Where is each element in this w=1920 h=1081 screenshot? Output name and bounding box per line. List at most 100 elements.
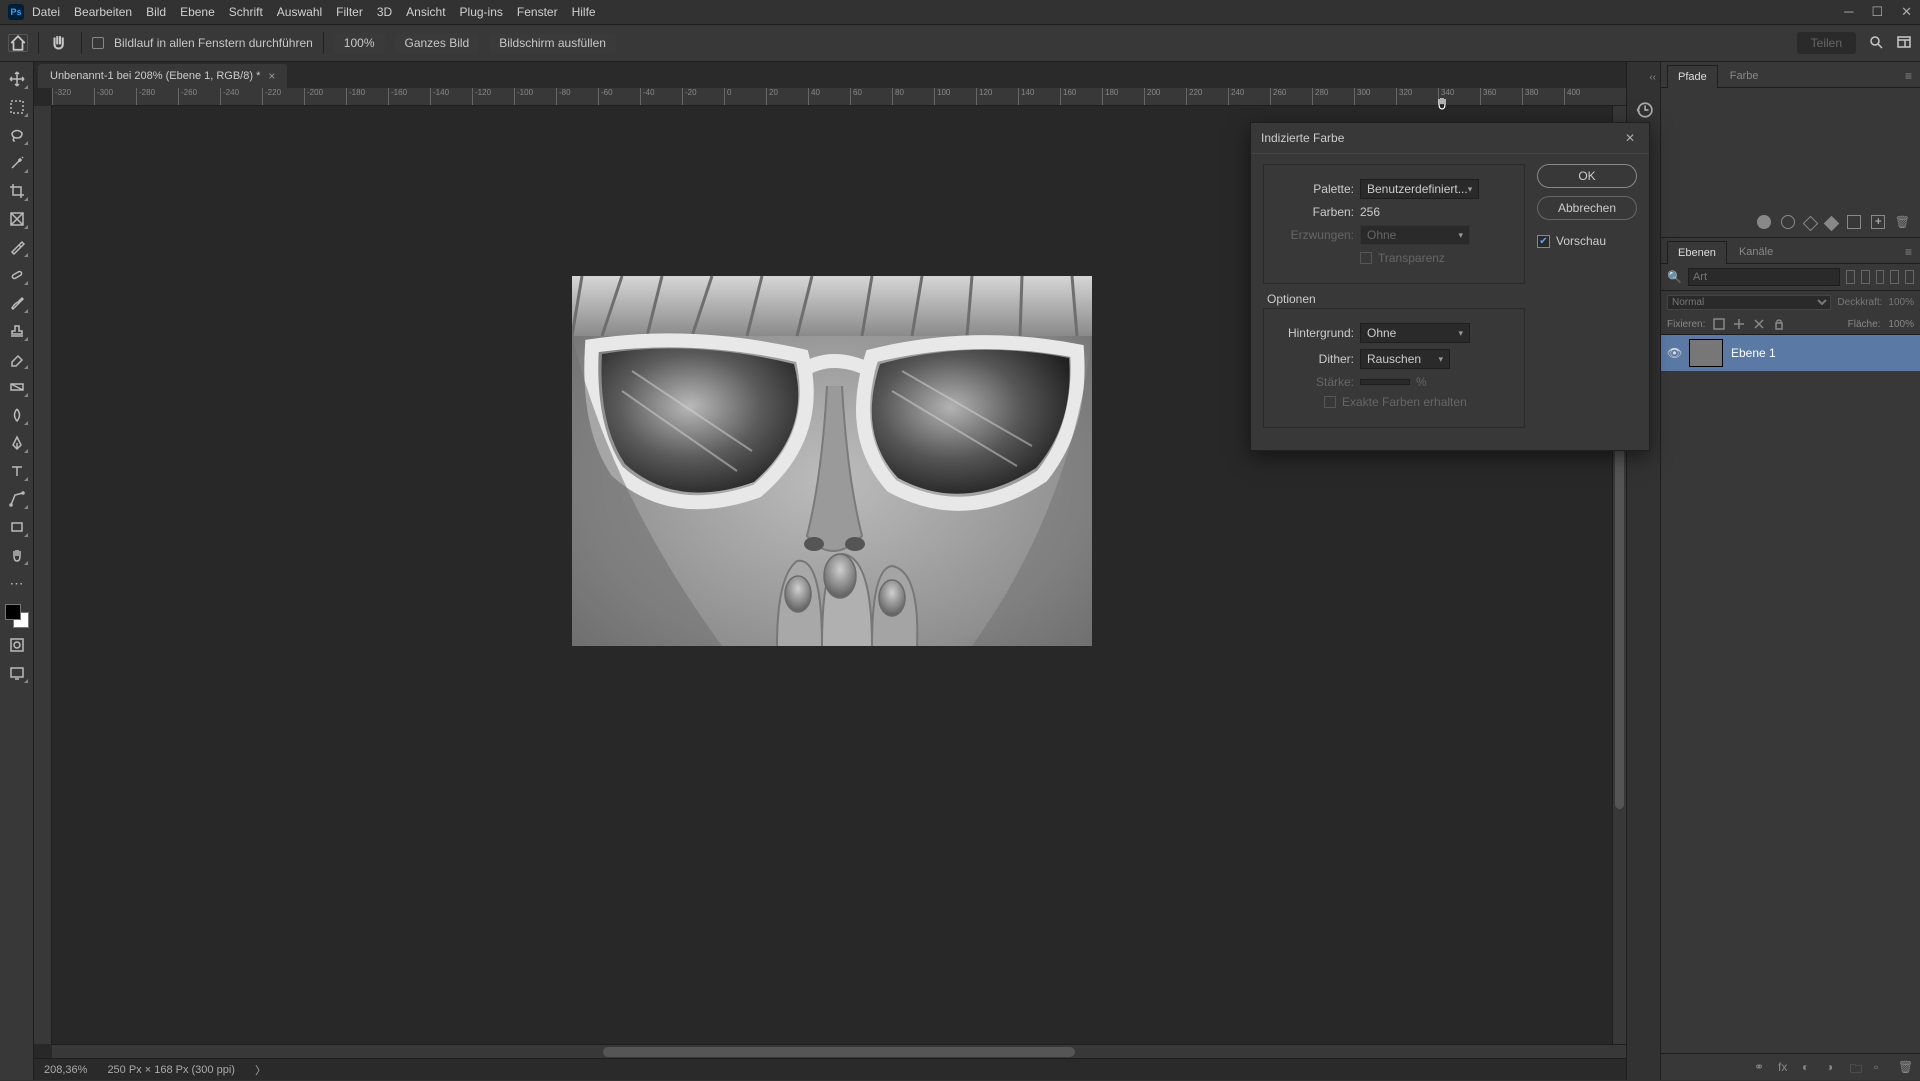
menu-auswahl[interactable]: Auswahl bbox=[277, 5, 322, 19]
lock-all-icon[interactable] bbox=[1773, 318, 1785, 330]
path-diamond-icon[interactable] bbox=[1802, 216, 1818, 232]
tab-farbe[interactable]: Farbe bbox=[1720, 65, 1769, 87]
preview-checkbox[interactable]: ✔ bbox=[1537, 235, 1550, 248]
dialog-close-icon[interactable]: ✕ bbox=[1621, 129, 1639, 147]
status-zoom[interactable]: 208,36% bbox=[44, 1064, 87, 1076]
menu-filter[interactable]: Filter bbox=[336, 5, 363, 19]
more-tools[interactable]: ⋯ bbox=[5, 572, 29, 594]
opacity-value[interactable]: 100% bbox=[1888, 297, 1914, 308]
menu-fenster[interactable]: Fenster bbox=[517, 5, 558, 19]
eraser-tool[interactable] bbox=[5, 348, 29, 370]
filter-image-icon[interactable] bbox=[1846, 270, 1855, 284]
expand-dock-icon[interactable]: ‹‹ bbox=[1649, 72, 1660, 83]
panel-menu-icon[interactable]: ≡ bbox=[1897, 65, 1920, 87]
minimize-icon[interactable]: ─ bbox=[1844, 4, 1853, 20]
frame-tool[interactable] bbox=[5, 208, 29, 230]
dither-select[interactable]: Rauschen▾ bbox=[1360, 349, 1450, 369]
scroll-all-checkbox[interactable] bbox=[92, 37, 104, 49]
gradient-tool[interactable] bbox=[5, 376, 29, 398]
layer-thumbnail[interactable] bbox=[1689, 339, 1723, 367]
hand-tool-icon[interactable] bbox=[49, 32, 71, 54]
menu-datei[interactable]: Datei bbox=[32, 5, 60, 19]
move-tool[interactable] bbox=[5, 68, 29, 90]
mask-icon[interactable]: ◐ bbox=[1802, 1060, 1816, 1074]
layers-menu-icon[interactable]: ≡ bbox=[1897, 241, 1920, 263]
shape-tool[interactable] bbox=[5, 516, 29, 538]
lock-position-icon[interactable] bbox=[1733, 318, 1745, 330]
palette-select[interactable]: Benutzerdefiniert...▾ bbox=[1360, 179, 1479, 199]
layer-name[interactable]: Ebene 1 bbox=[1731, 346, 1776, 360]
new-layer-icon[interactable]: ▫ bbox=[1874, 1060, 1888, 1074]
path-square-icon[interactable] bbox=[1847, 215, 1861, 229]
status-dimensions[interactable]: 250 Px × 168 Px (300 ppi) bbox=[107, 1064, 235, 1076]
crop-tool[interactable] bbox=[5, 180, 29, 202]
menu-3d[interactable]: 3D bbox=[377, 5, 392, 19]
fit-screen-button[interactable]: Ganzes Bild bbox=[395, 33, 480, 53]
cancel-button[interactable]: Abbrechen bbox=[1537, 196, 1637, 220]
blur-tool[interactable] bbox=[5, 404, 29, 426]
filter-shape-icon[interactable] bbox=[1890, 270, 1899, 284]
menu-plugins[interactable]: Plug-ins bbox=[460, 5, 503, 19]
blend-mode-select[interactable]: Normal bbox=[1667, 295, 1831, 310]
colors-value[interactable]: 256 bbox=[1360, 205, 1380, 219]
menu-bearbeiten[interactable]: Bearbeiten bbox=[74, 5, 132, 19]
layer-filter-input[interactable] bbox=[1688, 268, 1840, 286]
filter-type-icon[interactable] bbox=[1876, 270, 1885, 284]
eyedropper-tool[interactable] bbox=[5, 236, 29, 258]
fill-value[interactable]: 100% bbox=[1888, 319, 1914, 330]
adjustment-icon[interactable]: ◑ bbox=[1826, 1060, 1840, 1074]
menu-schrift[interactable]: Schrift bbox=[229, 5, 263, 19]
group-icon[interactable]: 🗀 bbox=[1850, 1060, 1864, 1074]
home-button[interactable] bbox=[8, 34, 28, 52]
hand-tool[interactable] bbox=[5, 544, 29, 566]
heal-tool[interactable] bbox=[5, 264, 29, 286]
history-panel-icon[interactable] bbox=[1635, 101, 1653, 119]
background-select[interactable]: Ohne▾ bbox=[1360, 323, 1470, 343]
tab-kanaele[interactable]: Kanäle bbox=[1729, 241, 1783, 263]
type-tool[interactable] bbox=[5, 460, 29, 482]
lock-artboard-icon[interactable] bbox=[1753, 318, 1765, 330]
new-path-icon[interactable]: + bbox=[1871, 215, 1885, 229]
visibility-icon[interactable]: 👁 bbox=[1667, 346, 1681, 360]
ruler-vertical[interactable] bbox=[34, 106, 52, 1044]
menu-bild[interactable]: Bild bbox=[146, 5, 166, 19]
scrollbar-horizontal[interactable] bbox=[52, 1044, 1626, 1058]
share-button[interactable]: Teilen bbox=[1797, 32, 1856, 54]
path-diamond-fill-icon[interactable] bbox=[1823, 216, 1839, 232]
brush-tool[interactable] bbox=[5, 292, 29, 314]
fill-screen-button[interactable]: Bildschirm ausfüllen bbox=[489, 33, 616, 53]
pen-tool[interactable] bbox=[5, 432, 29, 454]
filter-adjust-icon[interactable] bbox=[1861, 270, 1870, 284]
fx-icon[interactable]: fx bbox=[1778, 1060, 1792, 1074]
maximize-icon[interactable]: ☐ bbox=[1871, 4, 1883, 20]
close-tab-icon[interactable]: × bbox=[268, 69, 275, 83]
status-chevron-icon[interactable]: 〉 bbox=[255, 1062, 266, 1078]
menu-ebene[interactable]: Ebene bbox=[180, 5, 215, 19]
workspace-icon[interactable] bbox=[1896, 34, 1912, 53]
link-layers-icon[interactable]: ⚭ bbox=[1754, 1060, 1768, 1074]
screenmode-tool[interactable] bbox=[5, 662, 29, 684]
delete-layer-icon[interactable]: 🗑 bbox=[1898, 1060, 1912, 1074]
lock-pixels-icon[interactable] bbox=[1713, 318, 1725, 330]
ruler-horizontal[interactable]: -320-300-280-260-240-220-200-180-160-140… bbox=[52, 88, 1626, 106]
document-tab[interactable]: Unbenannt-1 bei 208% (Ebene 1, RGB/8) * … bbox=[38, 64, 287, 88]
quickmask-tool[interactable] bbox=[5, 634, 29, 656]
path-fill-circle-icon[interactable] bbox=[1757, 215, 1771, 229]
delete-path-icon[interactable]: 🗑 bbox=[1895, 215, 1910, 229]
menu-hilfe[interactable]: Hilfe bbox=[572, 5, 596, 19]
tab-pfade[interactable]: Pfade bbox=[1667, 65, 1718, 88]
path-tool[interactable] bbox=[5, 488, 29, 510]
lasso-tool[interactable] bbox=[5, 124, 29, 146]
color-swatch[interactable] bbox=[5, 604, 29, 628]
tab-ebenen[interactable]: Ebenen bbox=[1667, 241, 1727, 264]
ok-button[interactable]: OK bbox=[1537, 164, 1637, 188]
layer-row[interactable]: 👁 Ebene 1 bbox=[1661, 335, 1920, 371]
stamp-tool[interactable] bbox=[5, 320, 29, 342]
search-icon[interactable] bbox=[1868, 34, 1884, 53]
menu-ansicht[interactable]: Ansicht bbox=[406, 5, 445, 19]
marquee-tool[interactable] bbox=[5, 96, 29, 118]
dialog-titlebar[interactable]: Indizierte Farbe ✕ bbox=[1251, 123, 1649, 154]
wand-tool[interactable] bbox=[5, 152, 29, 174]
filter-smart-icon[interactable] bbox=[1905, 270, 1914, 284]
zoom-100-button[interactable]: 100% bbox=[334, 33, 385, 53]
